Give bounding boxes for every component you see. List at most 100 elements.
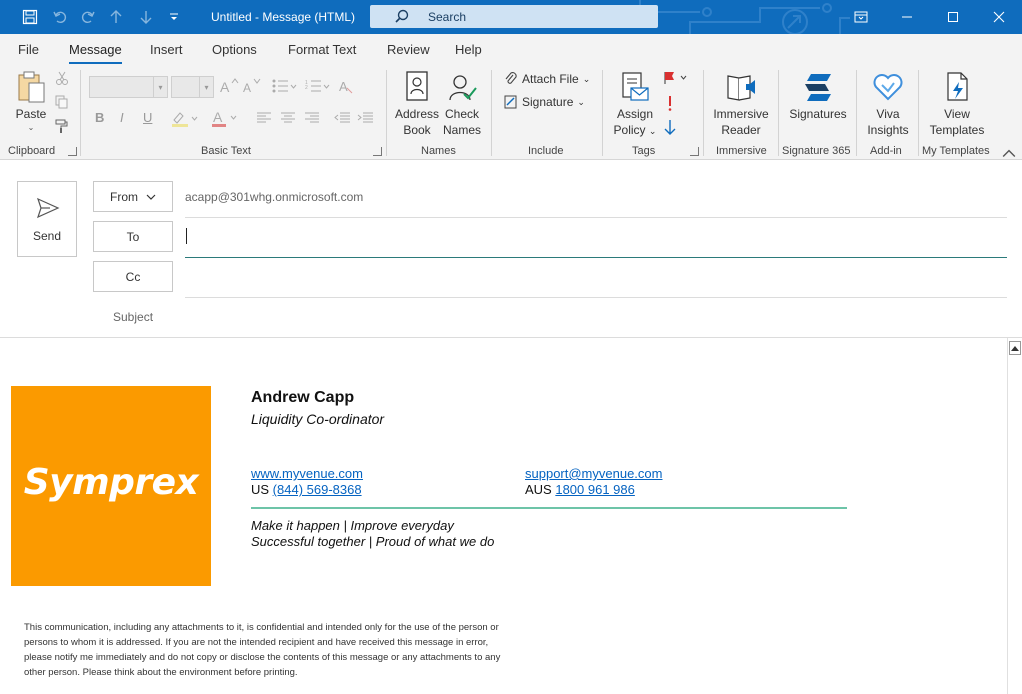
text-caret — [186, 228, 187, 244]
tab-file[interactable]: File — [18, 42, 39, 57]
font-size-combo[interactable]: ▾ — [171, 76, 214, 98]
signature-label: Signature — [522, 95, 574, 109]
italic-button[interactable]: I — [120, 110, 124, 125]
bold-button[interactable]: B — [95, 110, 104, 125]
signature-divider — [251, 507, 847, 509]
undo-icon[interactable] — [50, 7, 70, 27]
assign-policy-label-1: Assign — [616, 107, 654, 121]
compose-header: Send From acapp@301whg.onmicrosoft.com T… — [0, 161, 1022, 338]
decrease-indent-icon[interactable] — [334, 112, 350, 127]
arrow-down-icon[interactable] — [136, 7, 156, 27]
svg-text:A: A — [213, 109, 223, 125]
paste-icon — [18, 71, 45, 103]
basic-text-launcher-icon[interactable] — [373, 147, 382, 156]
customize-quick-access-icon[interactable] — [164, 7, 184, 27]
scroll-up-button[interactable] — [1009, 341, 1021, 355]
assign-policy-button[interactable]: Assign Policy ⌄ — [610, 70, 660, 139]
close-button[interactable] — [976, 0, 1022, 34]
high-importance-icon[interactable] — [665, 94, 675, 115]
signatures-label: Signatures — [789, 107, 847, 121]
align-left-icon[interactable] — [257, 112, 271, 127]
paste-button[interactable]: Paste ⌄ — [12, 70, 50, 132]
svg-text:A: A — [339, 79, 348, 94]
include-group-label: Include — [528, 145, 564, 157]
view-templates-button[interactable]: View Templates — [925, 70, 989, 138]
cc-input[interactable] — [185, 261, 1007, 297]
address-book-label-1: Address — [394, 107, 440, 121]
website-link[interactable]: www.myvenue.com — [251, 466, 363, 481]
subject-input[interactable] — [185, 303, 1007, 333]
send-label: Send — [32, 229, 62, 243]
align-center-icon[interactable] — [281, 112, 295, 127]
logo-text: Symprex — [23, 462, 199, 503]
to-button[interactable]: To — [93, 221, 173, 252]
font-size-up-icon[interactable]: A — [219, 77, 239, 98]
check-names-button[interactable]: Check Names — [440, 70, 484, 138]
subject-label: Subject — [113, 310, 154, 324]
clipboard-launcher-icon[interactable] — [68, 147, 77, 156]
signature365-group-label: Signature 365 — [782, 145, 851, 157]
cut-icon[interactable] — [55, 71, 69, 88]
to-input[interactable] — [185, 221, 1007, 257]
minimize-icon — [902, 16, 912, 18]
highlight-icon[interactable] — [171, 110, 201, 131]
to-label: To — [126, 229, 140, 244]
font-name-combo[interactable]: ▾ — [89, 76, 168, 98]
search-box[interactable]: Search — [370, 5, 658, 28]
check-names-icon — [449, 75, 477, 101]
aus-phone-prefix: AUS — [525, 482, 556, 497]
menu-bar: File Message Insert Options Format Text … — [0, 34, 1022, 65]
address-book-button[interactable]: Address Book — [394, 70, 440, 138]
viva-insights-label-1: Viva — [876, 107, 900, 121]
assign-policy-icon — [622, 72, 649, 101]
names-group-label: Names — [421, 145, 456, 157]
save-icon[interactable] — [20, 7, 40, 27]
follow-up-flag-icon[interactable] — [662, 70, 690, 89]
aus-phone-line: AUS 1800 961 986 — [525, 482, 635, 497]
signatures-button[interactable]: Signatures — [785, 70, 851, 122]
signature-icon — [504, 95, 517, 109]
increase-indent-icon[interactable] — [357, 112, 373, 127]
attach-file-label: Attach File — [522, 72, 579, 86]
redo-icon[interactable] — [78, 7, 98, 27]
check-names-label-1: Check — [444, 107, 479, 121]
cc-button[interactable]: Cc — [93, 261, 173, 292]
collapse-ribbon-icon[interactable] — [1002, 148, 1016, 158]
immersive-reader-button[interactable]: Immersive Reader — [709, 70, 773, 138]
copy-icon[interactable] — [55, 95, 69, 112]
aus-phone-link[interactable]: 1800 961 986 — [555, 482, 635, 497]
send-button[interactable]: Send — [17, 181, 77, 257]
maximize-icon — [948, 12, 958, 22]
viva-insights-button[interactable]: Viva Insights — [862, 70, 914, 138]
attach-file-button[interactable]: Attach File ⌄ — [504, 71, 590, 87]
templates-group-label: My Templates — [922, 145, 990, 157]
tab-options[interactable]: Options — [212, 42, 257, 57]
tab-insert[interactable]: Insert — [150, 42, 183, 57]
format-painter-icon[interactable] — [55, 119, 69, 136]
maximize-button[interactable] — [930, 0, 976, 34]
tab-review[interactable]: Review — [387, 42, 430, 57]
signature-button[interactable]: Signature ⌄ — [504, 94, 585, 110]
underline-button[interactable]: U — [143, 110, 152, 125]
bullets-icon[interactable] — [272, 79, 298, 96]
tags-group-label: Tags — [632, 145, 656, 157]
from-button[interactable]: From — [93, 181, 173, 212]
arrow-up-icon[interactable] — [106, 7, 126, 27]
paperclip-icon — [505, 72, 517, 84]
ribbon-display-options-icon[interactable] — [838, 0, 884, 34]
tab-message[interactable]: Message — [69, 42, 122, 65]
font-color-icon[interactable]: A — [211, 109, 241, 131]
tab-help[interactable]: Help — [455, 42, 482, 57]
align-right-icon[interactable] — [305, 112, 319, 127]
us-phone-link[interactable]: (844) 569-8368 — [273, 482, 362, 497]
vertical-scrollbar[interactable] — [1007, 338, 1022, 694]
numbering-icon[interactable]: 12 — [305, 79, 331, 96]
minimize-button[interactable] — [884, 0, 930, 34]
clear-formatting-icon[interactable]: A — [338, 78, 354, 97]
font-size-down-icon[interactable]: A — [242, 77, 262, 98]
low-importance-icon[interactable] — [663, 119, 677, 140]
message-body[interactable]: Symprex Andrew Capp Liquidity Co-ordinat… — [0, 338, 1007, 694]
tab-format-text[interactable]: Format Text — [288, 42, 356, 57]
email-link[interactable]: support@myvenue.com — [525, 466, 662, 481]
tags-launcher-icon[interactable] — [690, 147, 699, 156]
